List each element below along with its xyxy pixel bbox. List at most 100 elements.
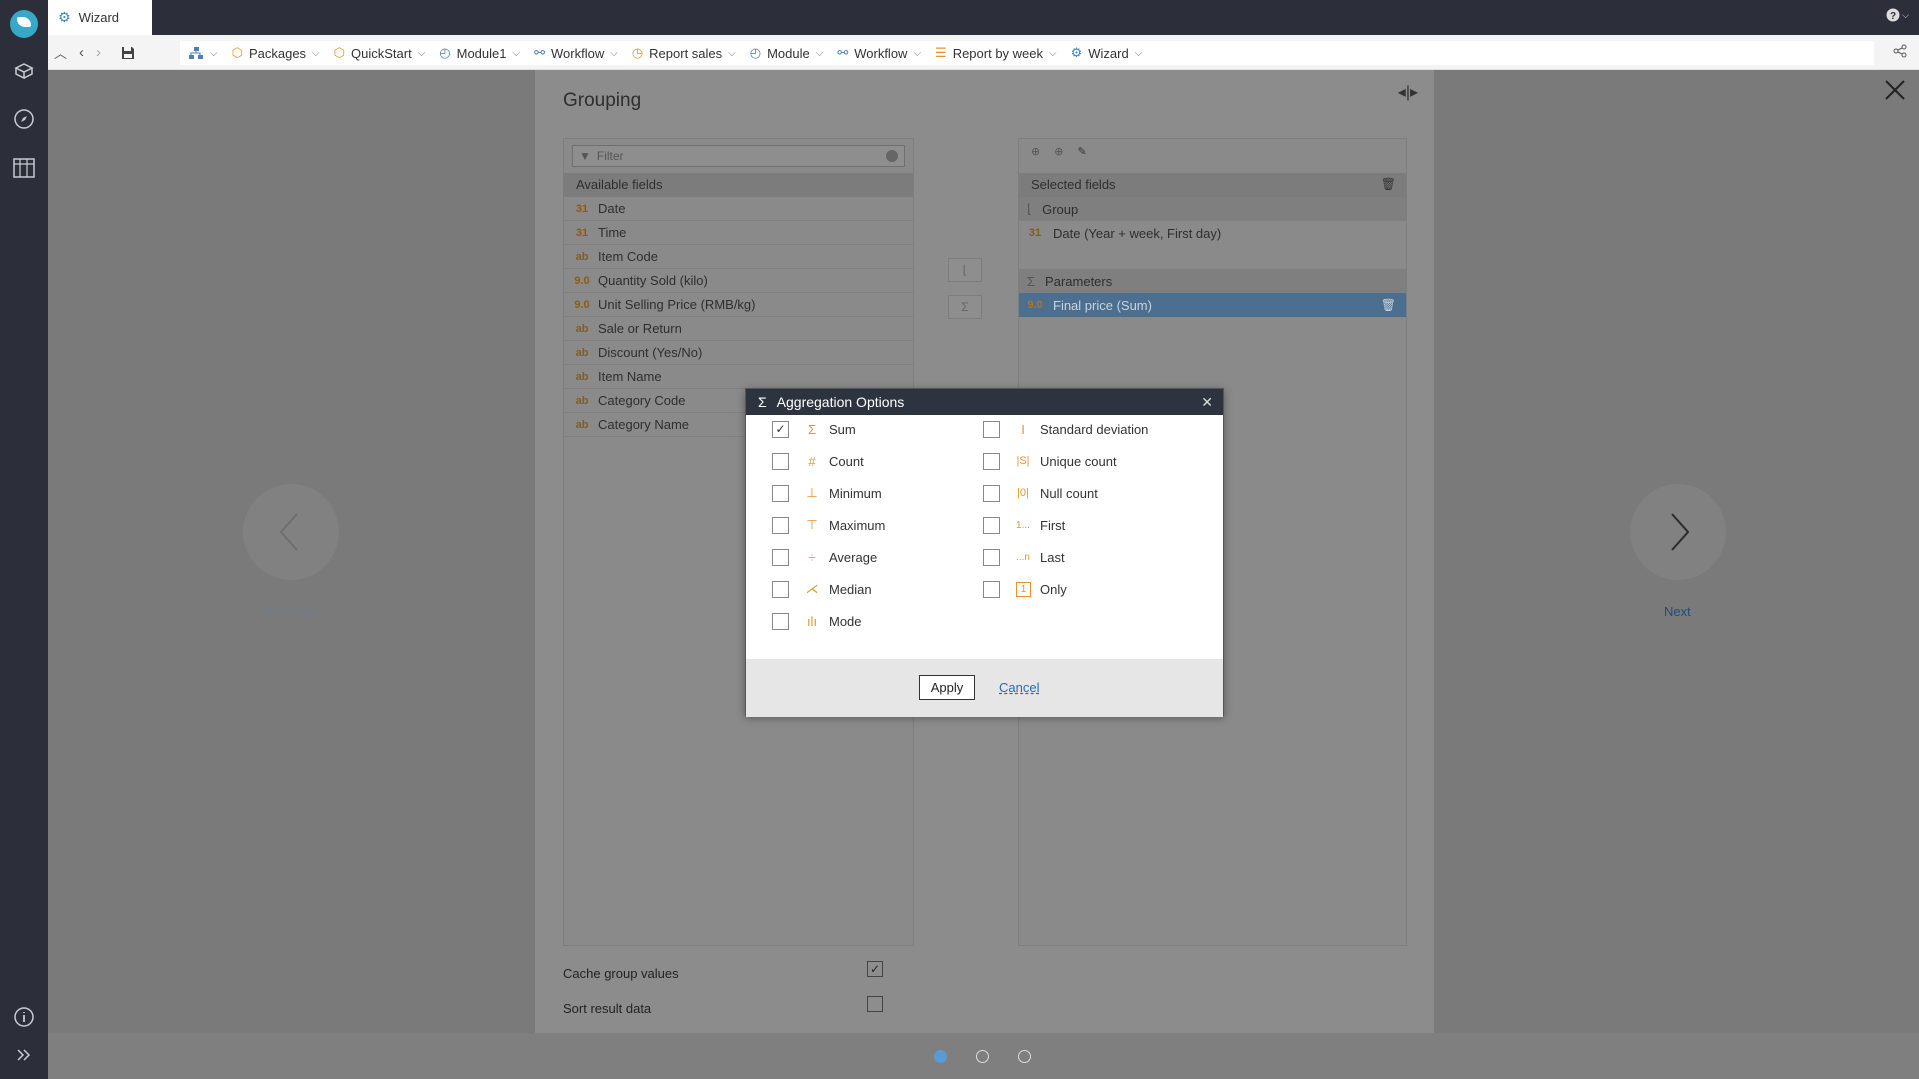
chevron-down-icon: ⌵	[1902, 9, 1909, 20]
count-checkbox[interactable]	[772, 452, 789, 470]
only-checkbox[interactable]	[983, 580, 1000, 598]
move-down-icon[interactable]: ⊕	[1054, 145, 1063, 158]
left-rail	[0, 0, 48, 1079]
previous-label[interactable]: Previous	[267, 604, 318, 619]
chevron-down-icon: ⌵	[1134, 47, 1143, 59]
save-icon[interactable]	[121, 46, 135, 60]
agg-option-sum[interactable]: ✓ Σ Sum	[772, 419, 856, 439]
agg-option-maximum[interactable]: ⊤ Maximum	[772, 515, 885, 535]
agg-option-standard-deviation[interactable]: I Standard deviation	[983, 419, 1148, 439]
group-icon: ⌊	[1027, 201, 1033, 216]
table-icon[interactable]	[11, 155, 37, 181]
previous-button[interactable]	[243, 484, 339, 580]
trash-icon[interactable]: 🗑	[1381, 298, 1396, 312]
text-type-icon: ab	[575, 370, 589, 383]
option-label: First	[1040, 517, 1066, 533]
agg-option-null-count[interactable]: |0| Null count	[983, 483, 1098, 503]
add-to-parameters-button[interactable]: Σ	[948, 295, 982, 319]
breadcrumb-module1[interactable]: ◴ Module1 ⌵	[439, 45, 520, 61]
agg-option-median[interactable]: ⋌ Median	[772, 579, 872, 599]
help-menu[interactable]: ? ⌵	[1886, 8, 1909, 22]
first-checkbox[interactable]	[983, 516, 1000, 534]
package-icon: ⬡	[231, 45, 243, 60]
text-type-icon: ab	[575, 394, 589, 407]
list-item[interactable]: 31 Date	[564, 197, 913, 221]
share-icon[interactable]	[1893, 44, 1907, 58]
close-icon[interactable]: ✕	[1201, 394, 1213, 411]
edit-icon[interactable]: ✎	[1077, 145, 1086, 158]
agg-option-minimum[interactable]: ⊥ Minimum	[772, 483, 882, 503]
page-dot-1[interactable]	[934, 1050, 947, 1063]
agg-option-count[interactable]: # Count	[772, 451, 864, 471]
toolbar: ︿ ‹ › ⌵ ⬡ Packages ⌵ ⬡ QuickStart ⌵ ◴ Mo…	[48, 35, 1919, 70]
agg-option-only[interactable]: 1 Only	[983, 579, 1067, 599]
mode-checkbox[interactable]	[772, 612, 789, 630]
packages-icon[interactable]	[11, 58, 37, 84]
breadcrumb-workflow[interactable]: ⚯ Workflow ⌵	[534, 45, 618, 61]
expand-rail-icon[interactable]	[11, 1042, 37, 1068]
average-checkbox[interactable]	[772, 548, 789, 566]
standard-deviation-checkbox[interactable]	[983, 420, 1000, 438]
app-logo[interactable]	[10, 10, 38, 38]
compass-icon[interactable]	[11, 106, 37, 132]
unique-count-checkbox[interactable]	[983, 452, 1000, 470]
breadcrumb-wizard[interactable]: ⚙ Wizard ⌵	[1071, 45, 1143, 61]
list-item[interactable]: ab Item Code	[564, 245, 913, 269]
next-label[interactable]: Next	[1664, 604, 1691, 619]
breadcrumb-workflow-2[interactable]: ⚯ Workflow ⌵	[837, 45, 921, 61]
next-button[interactable]	[1630, 484, 1726, 580]
breadcrumb-report-sales[interactable]: ◷ Report sales ⌵	[632, 45, 736, 61]
list-item[interactable]: 31 Time	[564, 221, 913, 245]
minimum-checkbox[interactable]	[772, 484, 789, 502]
tab-wizard[interactable]: ⚙ Wizard	[48, 0, 152, 35]
move-up-icon[interactable]: ⊕	[1031, 145, 1040, 158]
list-item[interactable]: ab Item Name	[564, 365, 913, 389]
list-item-selected[interactable]: 9.0 Final price (Sum) 🗑	[1019, 293, 1406, 317]
median-checkbox[interactable]	[772, 580, 789, 598]
agg-option-last[interactable]: ...n Last	[983, 547, 1065, 567]
sort-result-data-checkbox[interactable]	[867, 996, 883, 1012]
help-icon: ?	[1886, 8, 1900, 22]
page-dot-2[interactable]	[976, 1050, 989, 1063]
breadcrumb-module[interactable]: ◴ Module ⌵	[750, 45, 824, 61]
info-icon[interactable]	[11, 1004, 37, 1030]
list-item[interactable]: 9.0 Quantity Sold (kilo)	[564, 269, 913, 293]
number-type-icon: 9.0	[574, 298, 590, 311]
back-icon[interactable]: ‹	[79, 44, 84, 61]
close-icon[interactable]	[1883, 78, 1907, 102]
agg-option-first[interactable]: 1... First	[983, 515, 1065, 535]
breadcrumb-report-by-week[interactable]: ☰ Report by week ⌵	[935, 45, 1057, 61]
split-view-icon[interactable]: ◂|▸	[1398, 82, 1418, 102]
group-label: Group	[1042, 201, 1079, 217]
trash-icon[interactable]: 🗑	[1381, 177, 1396, 191]
breadcrumb-packages[interactable]: ⬡ Packages ⌵	[232, 45, 320, 61]
agg-option-average[interactable]: ÷ Average	[772, 547, 877, 567]
maximum-checkbox[interactable]	[772, 516, 789, 534]
cache-group-values-checkbox[interactable]: ✓	[867, 961, 883, 977]
null-count-checkbox[interactable]	[983, 484, 1000, 502]
up-icon[interactable]: ︿	[54, 43, 67, 62]
breadcrumb-hierarchy[interactable]: ⌵	[188, 46, 218, 60]
last-checkbox[interactable]	[983, 548, 1000, 566]
svg-text:?: ?	[1890, 11, 1896, 22]
chevron-down-icon: ⌵	[610, 47, 618, 59]
list-item[interactable]: ab Sale or Return	[564, 317, 913, 341]
list-item[interactable]: 31 Date (Year + week, First day)	[1019, 221, 1406, 245]
breadcrumb-quickstart[interactable]: ⬡ QuickStart ⌵	[334, 45, 426, 61]
option-label: Standard deviation	[1040, 421, 1149, 437]
clear-filter-icon[interactable]	[886, 150, 898, 162]
apply-button[interactable]: Apply	[919, 675, 975, 700]
agg-option-unique-count[interactable]: |S| Unique count	[983, 451, 1117, 471]
list-item[interactable]: 9.0 Unit Selling Price (RMB/kg)	[564, 293, 913, 317]
filter-input[interactable]: ▼ Filter	[572, 145, 905, 167]
available-fields-header: Available fields	[564, 173, 913, 197]
page-dot-3[interactable]	[1018, 1050, 1031, 1063]
cancel-link[interactable]: Cancel	[999, 680, 1039, 695]
agg-option-mode[interactable]: ılı Mode	[772, 611, 862, 631]
date-type-icon: 31	[575, 202, 589, 215]
list-item[interactable]: ab Discount (Yes/No)	[564, 341, 913, 365]
forward-icon[interactable]: ›	[96, 44, 101, 61]
sort-result-data-label: Sort result data	[563, 1001, 652, 1016]
add-to-group-button[interactable]: ⌊	[948, 258, 982, 282]
sum-checkbox[interactable]: ✓	[772, 420, 789, 438]
